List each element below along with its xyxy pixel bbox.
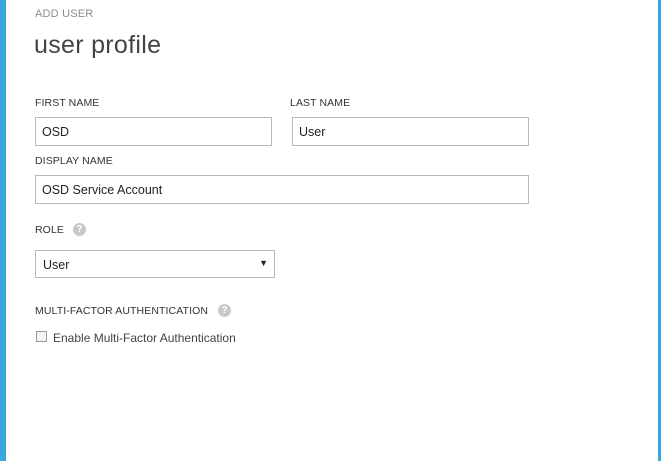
first-name-input[interactable] bbox=[35, 117, 272, 146]
role-select[interactable]: User ▼ bbox=[35, 250, 275, 278]
mfa-checkbox-label[interactable]: Enable Multi-Factor Authentication bbox=[53, 331, 236, 345]
display-name-label: DISPLAY NAME bbox=[35, 155, 113, 167]
first-name-label: FIRST NAME bbox=[35, 97, 100, 109]
left-accent-bar bbox=[0, 0, 6, 461]
mfa-help-icon[interactable]: ? bbox=[218, 304, 231, 317]
mfa-label: MULTI-FACTOR AUTHENTICATION bbox=[35, 305, 209, 317]
dropdown-arrow-icon: ▼ bbox=[259, 258, 268, 268]
display-name-input[interactable] bbox=[35, 175, 529, 204]
dialog-kicker: ADD USER bbox=[35, 8, 94, 20]
role-select-value: User bbox=[43, 258, 70, 272]
role-help-icon[interactable]: ? bbox=[73, 223, 86, 236]
role-label: ROLE bbox=[35, 224, 64, 236]
last-name-label: LAST NAME bbox=[290, 97, 351, 109]
add-user-dialog: ˆ ADD USER user profile FIRST NAME LAST … bbox=[0, 0, 661, 461]
mfa-checkbox[interactable] bbox=[36, 331, 47, 342]
page-title: user profile bbox=[34, 31, 162, 59]
close-icon[interactable]: ˆ bbox=[628, 0, 642, 9]
last-name-input[interactable] bbox=[292, 117, 529, 146]
